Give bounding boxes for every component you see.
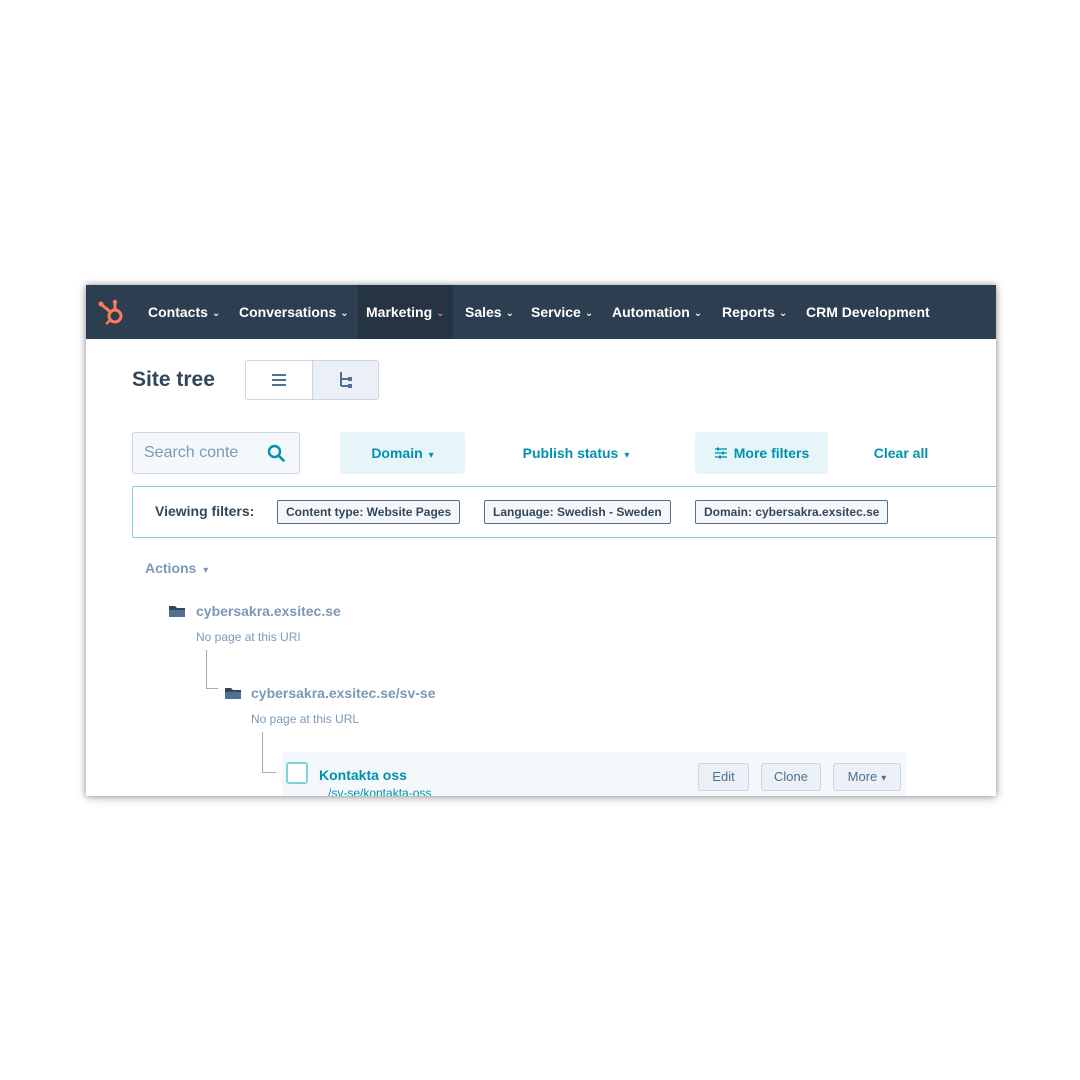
nav-item-label: Reports: [722, 304, 775, 320]
tree-connector: [262, 732, 263, 772]
domain-filter-button[interactable]: Domain ▾: [340, 432, 465, 474]
nav-item-automation[interactable]: Automation ⌄: [612, 285, 702, 339]
nav-item-label: Conversations: [239, 304, 337, 320]
tree-connector: [206, 688, 218, 689]
chevron-down-icon: ⌄: [340, 308, 349, 319]
viewing-filters-label: Viewing filters:: [155, 503, 255, 519]
tree-node-root-title[interactable]: cybersakra.exsitec.se: [196, 603, 341, 619]
chevron-down-icon: ⌄: [211, 308, 221, 319]
domain-filter-label: Domain: [371, 445, 423, 461]
filter-chip-content-type[interactable]: Content type: Website Pages: [277, 500, 461, 524]
tree-connector: [206, 650, 207, 688]
clone-button[interactable]: Clone: [761, 763, 821, 791]
page-url: /sv-se/kontakta-oss: [328, 786, 432, 796]
filter-chip-domain[interactable]: Domain: cybersakra.exsitec.se: [695, 500, 889, 524]
tree-node-child-subtitle: No page at this URL: [251, 712, 360, 726]
nav-item-label: Sales: [465, 304, 502, 320]
hubspot-sprocket-icon[interactable]: [96, 297, 126, 327]
nav-item-conversations[interactable]: Conversations ⌄: [239, 285, 349, 339]
chevron-down-icon: ⌄: [778, 308, 788, 319]
nav-item-reports[interactable]: Reports ⌄: [722, 285, 787, 339]
tree-connector: [262, 772, 276, 773]
chevron-down-icon: ⌄: [584, 308, 594, 319]
filter-chip-language[interactable]: Language: Swedish - Sweden: [484, 500, 671, 524]
folder-icon: [169, 606, 185, 617]
list-view-button[interactable]: [246, 361, 312, 399]
search-placeholder: Search conte: [144, 444, 239, 461]
search-icon[interactable]: [267, 444, 285, 462]
search-input[interactable]: Search conte: [132, 432, 300, 474]
list-view-icon: [272, 374, 286, 386]
page-title-link[interactable]: Kontakta oss: [319, 767, 407, 783]
edit-button[interactable]: Edit: [698, 763, 749, 791]
more-button[interactable]: More ▾: [833, 763, 901, 791]
caret-down-icon: ▾: [881, 773, 887, 784]
chevron-down-icon: ⌄: [693, 308, 703, 319]
nav-item-label: Service: [531, 304, 581, 320]
caret-down-icon: ▾: [428, 450, 434, 461]
chevron-down-icon: ⌄: [436, 308, 445, 319]
caret-down-icon: ▾: [624, 450, 630, 461]
view-toggle: [245, 360, 379, 400]
publish-status-filter-button[interactable]: Publish status ▾: [506, 432, 646, 474]
caret-down-icon: ▾: [203, 565, 209, 576]
publish-status-label: Publish status: [522, 445, 619, 461]
nav-item-label: Automation: [612, 304, 690, 320]
nav-item-sales[interactable]: Sales ⌄: [465, 285, 514, 339]
nav-item-label: Contacts: [148, 304, 208, 320]
page-title: Site tree: [132, 368, 215, 391]
tree-view-button[interactable]: [312, 361, 378, 399]
page-row-checkbox[interactable]: [286, 762, 308, 784]
filter-sliders-icon: [714, 447, 727, 459]
more-button-label: More: [847, 769, 878, 784]
nav-item-marketing[interactable]: Marketing ⌄: [358, 285, 453, 339]
nav-item-label: Marketing: [366, 304, 433, 320]
top-nav: Contacts ⌄ Conversations ⌄ Marketing ⌄ Sale…: [86, 285, 996, 339]
viewing-filters-bar: Viewing filters: Content type: Website P…: [132, 486, 996, 538]
chevron-down-icon: ⌄: [505, 308, 514, 319]
tree-view-icon: [340, 372, 352, 388]
nav-item-label: CRM Development: [806, 304, 930, 320]
tree-node-root-subtitle: No page at this URI: [196, 630, 301, 644]
hubspot-window: Contacts ⌄ Conversations ⌄ Marketing ⌄ Sale…: [86, 285, 996, 796]
actions-dropdown[interactable]: Actions ▾: [145, 560, 208, 576]
folder-icon: [225, 688, 241, 699]
clear-all-button[interactable]: Clear all: [864, 432, 938, 474]
nav-item-contacts[interactable]: Contacts ⌄: [148, 285, 220, 339]
more-filters-label: More filters: [733, 445, 810, 461]
more-filters-button[interactable]: More filters: [695, 432, 828, 474]
actions-label: Actions: [145, 560, 197, 576]
nav-item-service[interactable]: Service ⌄: [531, 285, 593, 339]
tree-node-child-title[interactable]: cybersakra.exsitec.se/sv-se: [251, 685, 435, 701]
nav-item-crm-development[interactable]: CRM Development: [806, 285, 930, 339]
